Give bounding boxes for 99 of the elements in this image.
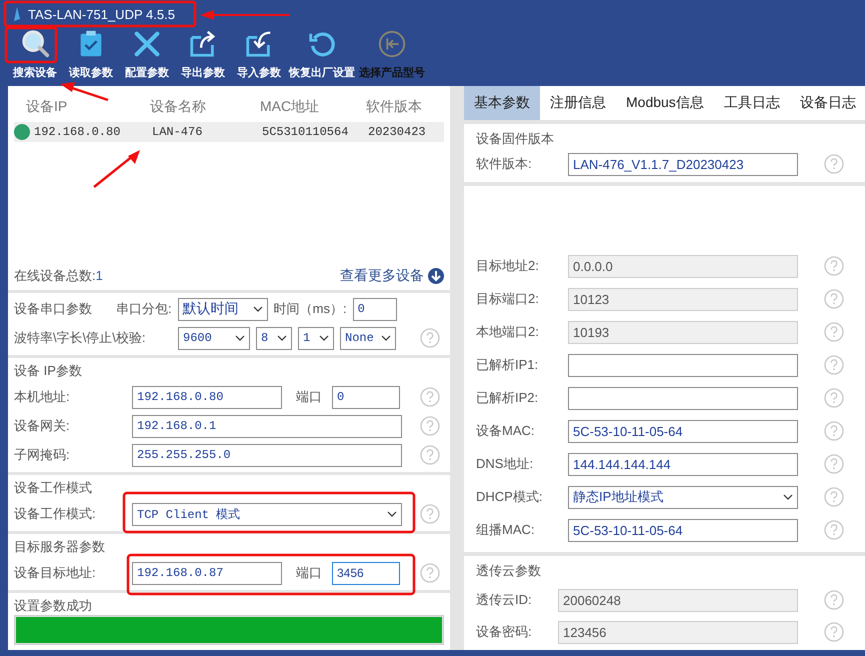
help-icon[interactable] — [824, 421, 844, 441]
input-field[interactable]: 144.144.144.144 — [568, 452, 798, 476]
input-field[interactable]: 0 — [352, 298, 397, 320]
toolbar-button[interactable]: 读取参数 — [64, 28, 118, 81]
field-label: 透传云ID: — [476, 591, 533, 609]
column-header: 设备名称 — [150, 98, 206, 116]
section-title: 设备固件版本 — [476, 130, 555, 148]
caret-icon — [252, 306, 263, 312]
toolbar-button[interactable]: 恢复出厂设置 — [288, 28, 356, 81]
dropdown[interactable]: 1 — [298, 326, 334, 350]
field-label: 时间（ms）: — [274, 300, 347, 318]
status-message: 设置参数成功 — [14, 597, 93, 615]
device-count: 在线设备总数:1 — [14, 267, 104, 285]
help-icon[interactable] — [420, 504, 440, 524]
input-field[interactable]: 192.168.0.1 — [132, 414, 402, 438]
device-row[interactable]: 192.168.0.80 LAN-476 5C5310110564 20230423 — [14, 122, 444, 142]
field-label: 目标端口2: — [476, 290, 540, 308]
table-cell: 20230423 — [368, 125, 426, 139]
toolbar-button[interactable]: 导入参数 — [232, 28, 286, 81]
dropdown[interactable]: 9600 — [178, 326, 250, 350]
help-icon[interactable] — [420, 387, 440, 407]
help-icon[interactable] — [824, 590, 844, 610]
field-label: 设备目标地址: — [14, 564, 97, 582]
column-header: MAC地址 — [260, 98, 320, 116]
field-label: 组播MAC: — [476, 521, 536, 539]
toolbar-button[interactable]: 配置参数 — [120, 28, 174, 81]
input-field[interactable]: LAN-476_V1.1.7_D20230423 — [568, 152, 798, 176]
caret-icon — [319, 335, 329, 341]
toolbar-button[interactable]: 搜索设备 — [8, 28, 62, 81]
field-label: 本地端口2: — [476, 323, 540, 341]
help-icon[interactable] — [824, 256, 844, 276]
input-field[interactable]: 3456 — [332, 562, 400, 584]
input-field[interactable] — [568, 354, 798, 376]
field-label: DHCP模式: — [476, 488, 544, 506]
window-title: TAS-LAN-751_UDP 4.5.5 — [28, 6, 175, 22]
help-icon[interactable] — [420, 445, 440, 465]
field-label: 目标地址2: — [476, 257, 540, 275]
field-label: 已解析IP2: — [476, 389, 540, 407]
help-icon[interactable] — [824, 454, 844, 474]
caret-icon — [387, 511, 397, 517]
annotation-arrow — [60, 82, 108, 102]
help-icon[interactable] — [824, 388, 844, 408]
help-icon[interactable] — [824, 622, 844, 642]
field-label: 设备密码: — [476, 623, 533, 641]
input-field[interactable]: 5C-53-10-11-05-64 — [568, 420, 798, 442]
field-label: 端口 — [296, 388, 322, 406]
input-field[interactable] — [568, 386, 798, 410]
down-arrow-icon[interactable] — [428, 268, 444, 284]
toolbar-button[interactable]: 导出参数 — [176, 28, 230, 81]
field-label: 设备网关: — [14, 417, 71, 435]
column-header: 软件版本 — [366, 98, 422, 116]
section-title: 设备 IP参数 — [14, 362, 83, 380]
help-icon[interactable] — [420, 328, 440, 348]
more-devices-link[interactable]: 查看更多设备 — [340, 267, 424, 285]
section-title: 目标服务器参数 — [14, 538, 106, 556]
dropdown[interactable]: 8 — [256, 326, 292, 350]
dropdown[interactable]: 默认时间 — [178, 298, 268, 320]
input-field[interactable]: 192.168.0.87 — [132, 562, 282, 584]
column-header: 设备IP — [26, 98, 68, 116]
help-icon[interactable] — [824, 154, 844, 174]
caret-icon — [235, 335, 245, 341]
help-icon[interactable] — [824, 487, 844, 507]
help-icon[interactable] — [824, 322, 844, 342]
field-label: 本机地址: — [14, 388, 71, 406]
section-title: 透传云参数 — [476, 562, 542, 580]
input-field[interactable]: 255.255.255.0 — [132, 444, 402, 466]
magnifier-icon — [20, 29, 50, 59]
caret-icon — [277, 335, 287, 341]
dropdown[interactable]: None — [340, 326, 396, 350]
help-icon[interactable] — [420, 563, 440, 583]
help-icon[interactable] — [824, 289, 844, 309]
caret-icon — [783, 494, 793, 500]
field-label: 串口分包: — [116, 300, 172, 318]
field-label: 子网掩码: — [14, 446, 71, 464]
input-field[interactable]: 5C-53-10-11-05-64 — [568, 518, 798, 542]
app-icon — [12, 6, 22, 22]
tab[interactable]: 基本参数 — [464, 86, 540, 120]
table-cell-text: LAN-476 — [152, 125, 204, 139]
section-title: 设备串口参数 — [14, 300, 93, 318]
annotation-arrow — [93, 150, 140, 188]
field-label: 已解析IP1: — [476, 356, 540, 374]
dropdown[interactable]: 静态IP地址模式 — [568, 486, 798, 508]
field-label: 波特率\字长\停止\校验: — [14, 329, 146, 347]
input-field[interactable]: 192.168.0.80 — [132, 386, 282, 408]
export-icon — [188, 29, 218, 59]
dropdown[interactable]: TCP Client 模式 — [132, 502, 402, 526]
caret-icon — [381, 335, 391, 341]
input-field[interactable]: 0 — [332, 386, 400, 408]
section-title: 设备工作模式 — [14, 479, 93, 497]
help-icon[interactable] — [824, 520, 844, 540]
field-label: 设备工作模式: — [14, 505, 97, 523]
table-cell-text: 5C5310110564 — [262, 125, 350, 139]
help-icon[interactable] — [420, 416, 440, 436]
table-cell-text: 192.168.0.80 — [34, 125, 122, 139]
field-label: DNS地址: — [476, 455, 534, 473]
field-label: 软件版本: — [476, 155, 533, 173]
field-label: 设备MAC: — [476, 422, 536, 440]
help-icon[interactable] — [824, 355, 844, 375]
field-label: 端口 — [296, 564, 322, 582]
